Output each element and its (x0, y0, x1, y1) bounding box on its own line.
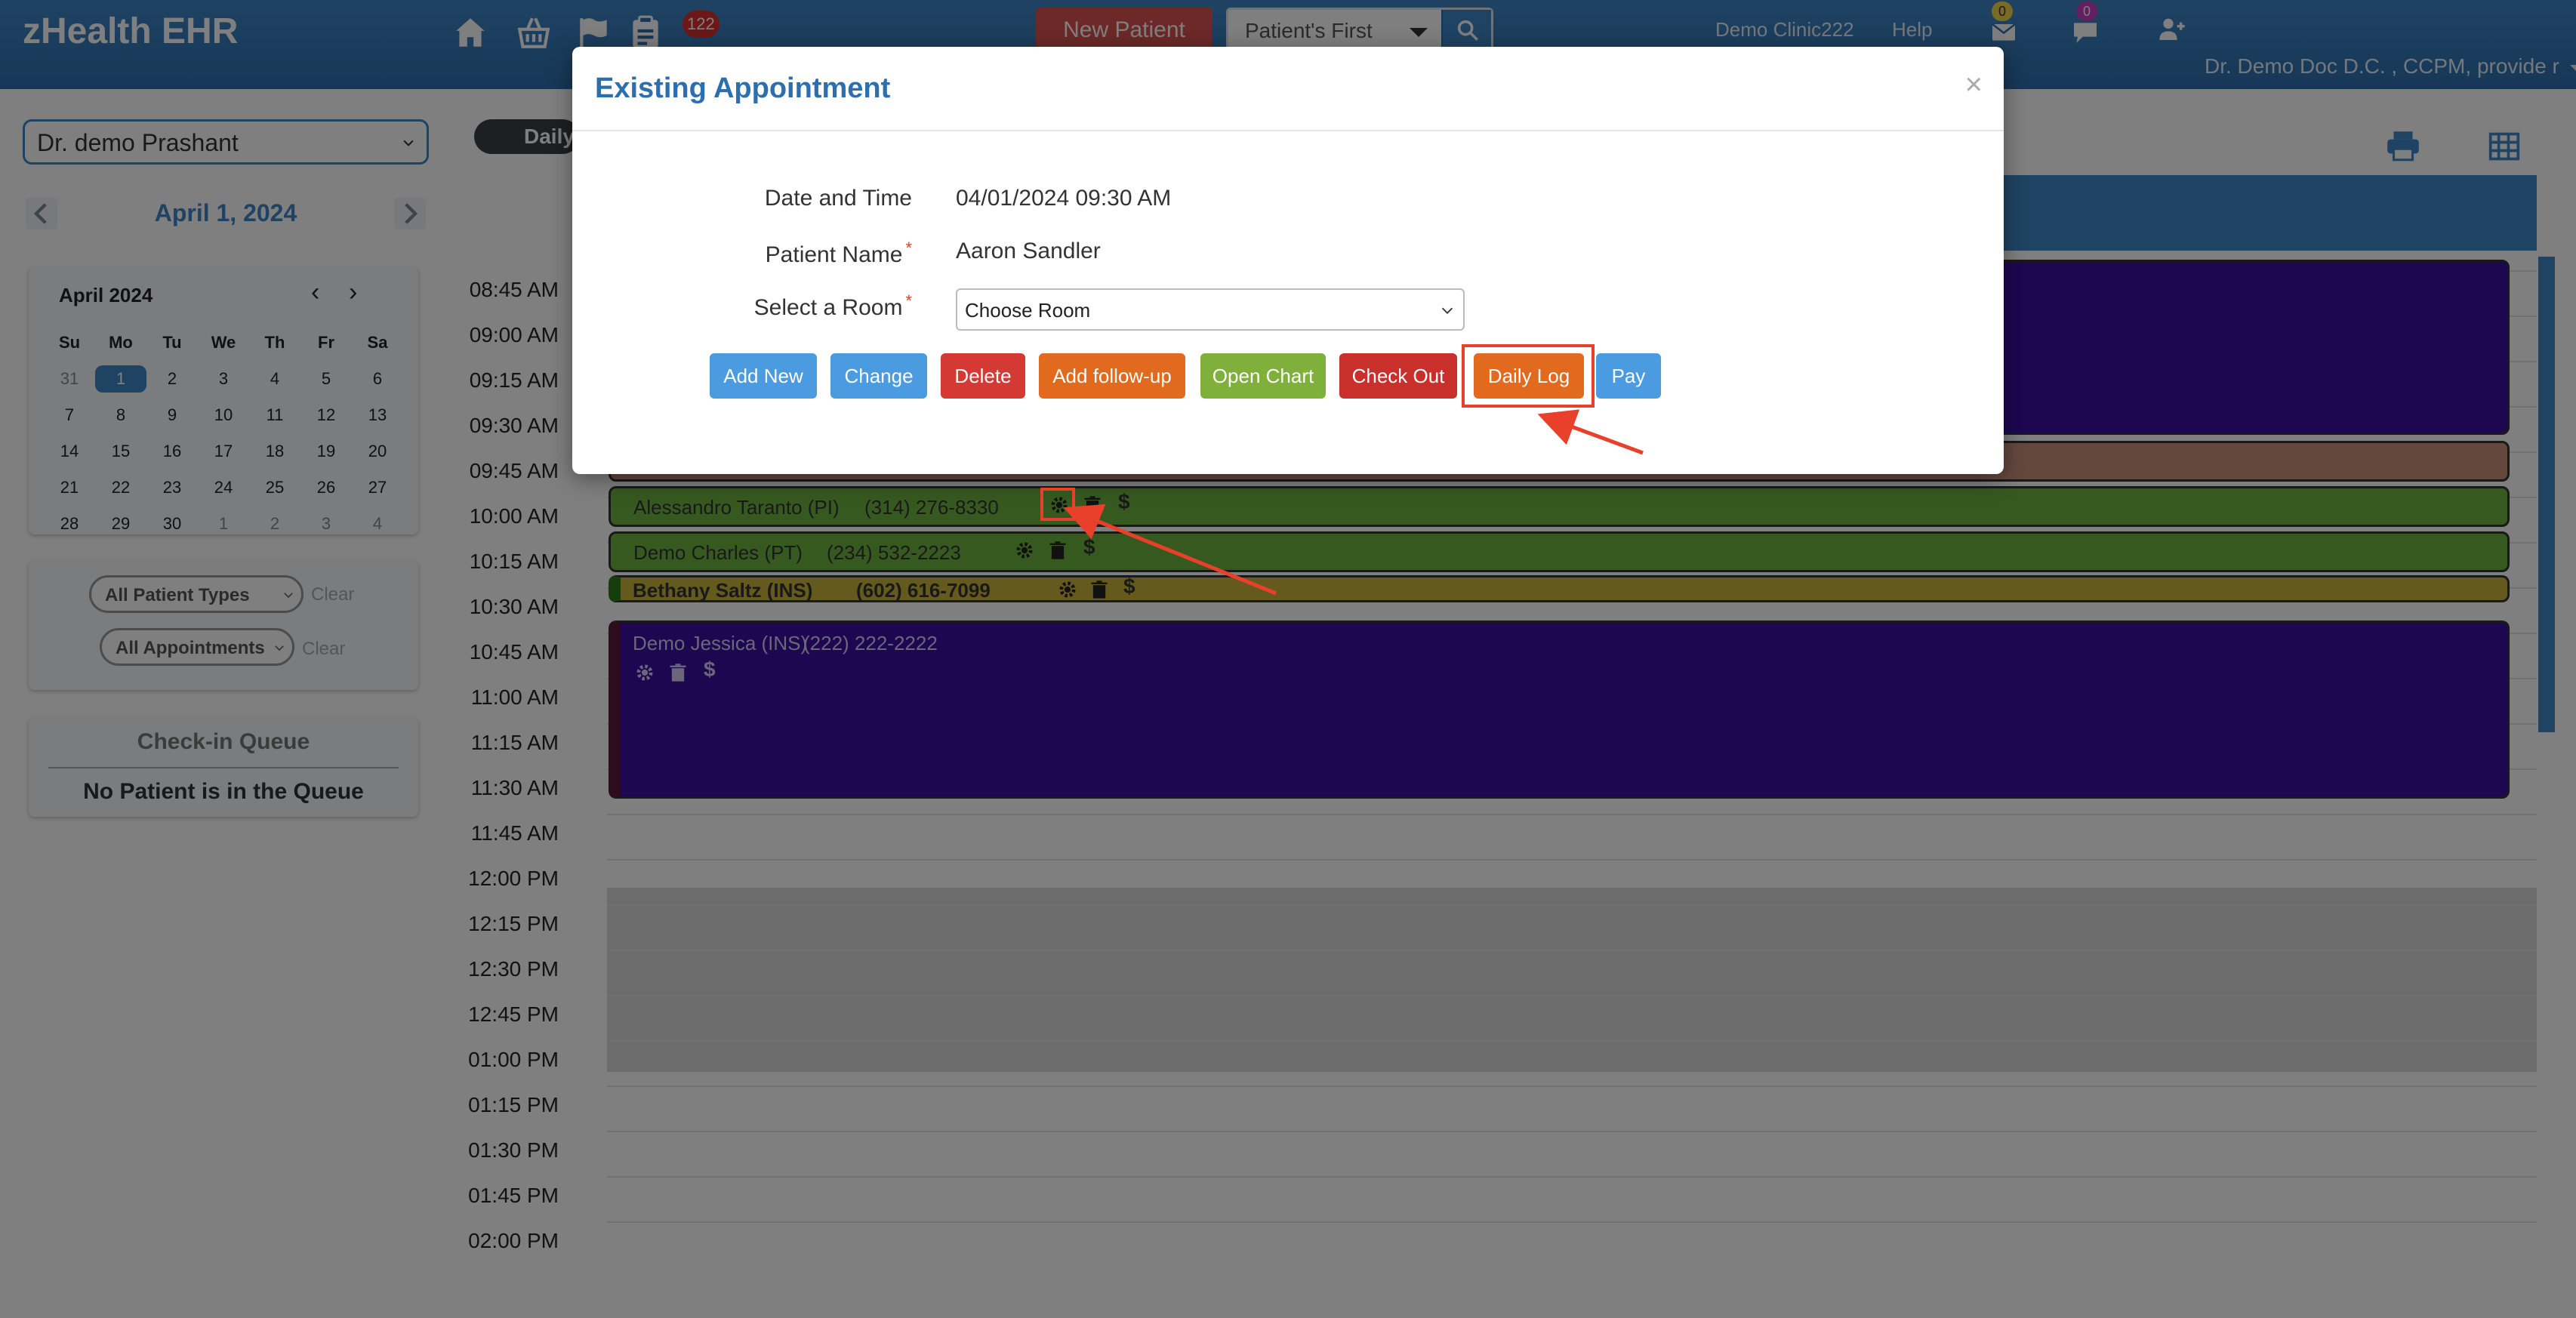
patient-name-label-text: Patient Name (765, 242, 903, 267)
room-select-value: Choose Room (965, 299, 1091, 322)
patient-name-value: Aaron Sandler (956, 239, 1101, 263)
room-select[interactable]: Choose Room (956, 288, 1465, 331)
modal-title: Existing Appointment (595, 72, 891, 104)
pay-button[interactable]: Pay (1596, 353, 1661, 399)
close-icon[interactable]: × (1965, 68, 1983, 102)
delete-button[interactable]: Delete (941, 353, 1025, 399)
room-label-text: Select a Room (753, 295, 903, 320)
modal-divider (572, 130, 2004, 131)
date-time-label-text: Date and Time (764, 186, 912, 211)
date-time-label: Date and Time (572, 186, 912, 211)
date-time-value: 04/01/2024 09:30 AM (956, 186, 1172, 211)
change-button[interactable]: Change (830, 353, 927, 399)
required-mark: * (905, 239, 912, 257)
patient-name-label: Patient Name * (572, 239, 912, 268)
gear-highlight (1040, 488, 1075, 521)
add-new-button[interactable]: Add New (710, 353, 817, 399)
required-mark: * (905, 291, 912, 310)
open-chart-button[interactable]: Open Chart (1200, 353, 1326, 399)
room-label: Select a Room * (572, 291, 912, 321)
add-follow-up-button[interactable]: Add follow-up (1039, 353, 1185, 399)
daily-log-highlight (1462, 344, 1595, 408)
check-out-button[interactable]: Check Out (1339, 353, 1457, 399)
chevron-down-icon (1441, 307, 1453, 314)
existing-appointment-modal: Existing Appointment × Date and Time 04/… (572, 47, 2004, 474)
